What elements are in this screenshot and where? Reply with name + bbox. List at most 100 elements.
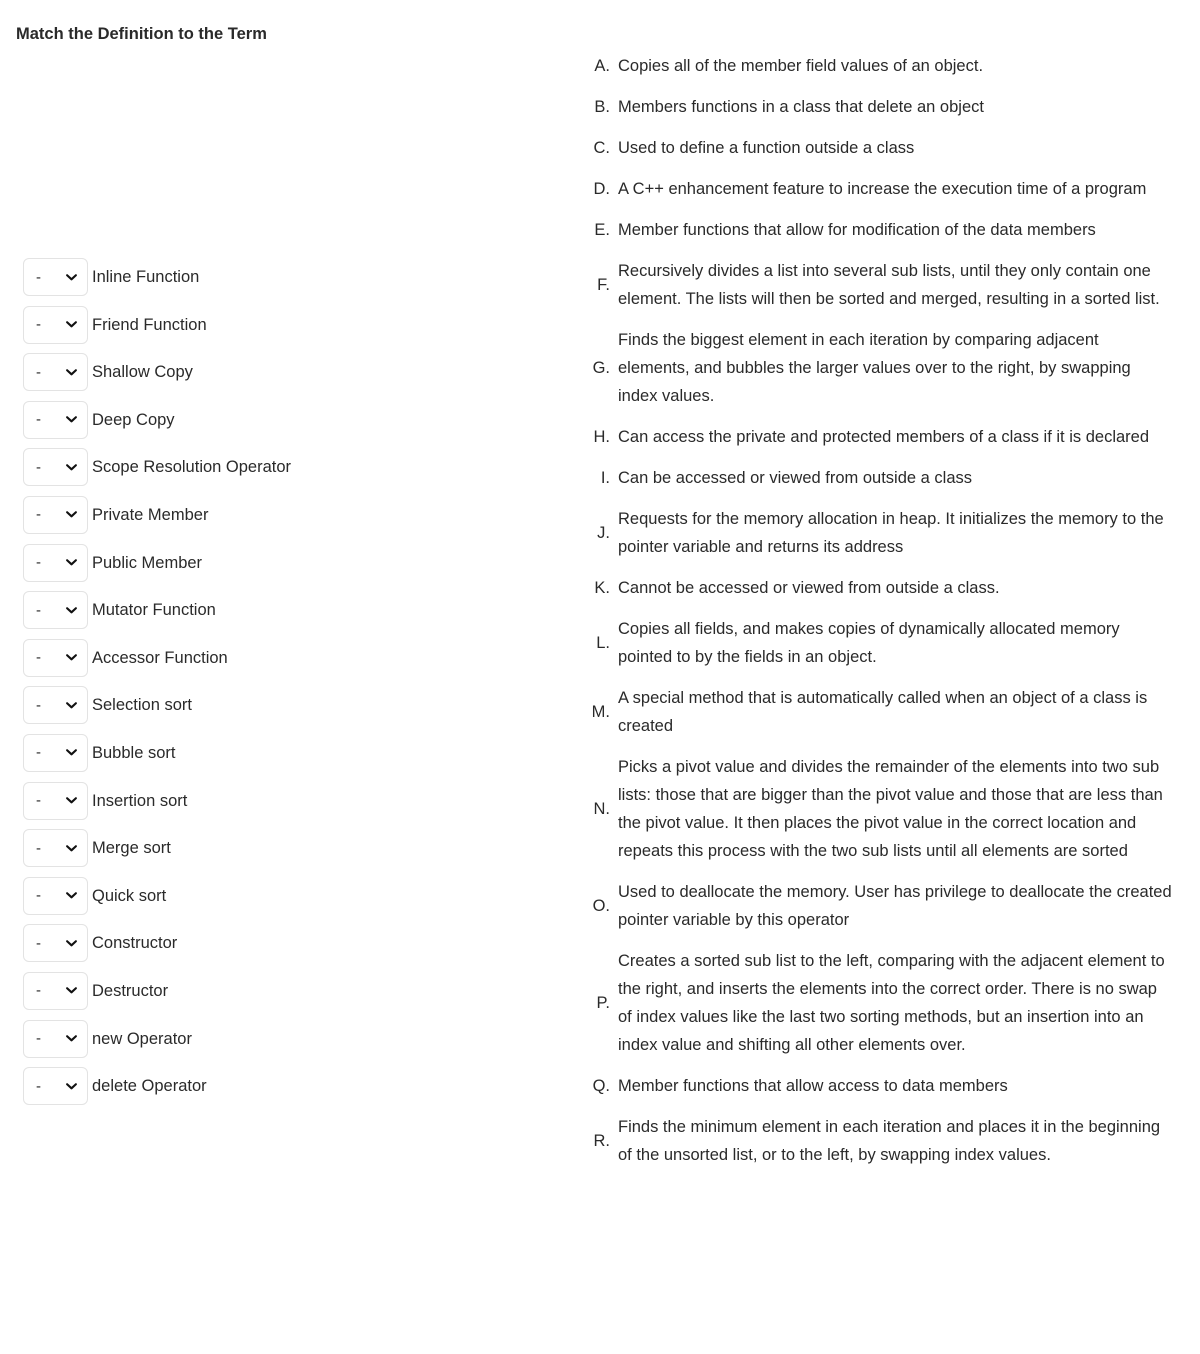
definition-letter: K. — [594, 579, 610, 597]
chevron-down-icon — [65, 651, 78, 664]
term-answer-select-1[interactable]: - — [23, 258, 88, 296]
definition-letter: I. — [600, 469, 610, 487]
select-value: - — [36, 792, 41, 810]
term-row: - new Operator — [23, 1019, 543, 1058]
definition-text: Member functions that allow for modifica… — [618, 221, 1096, 239]
chevron-down-icon — [65, 794, 78, 807]
definition-letter: E. — [594, 221, 610, 239]
term-answer-select-17[interactable]: - — [23, 1019, 88, 1058]
term-answer-select-2[interactable]: - — [23, 305, 88, 344]
term-label: Shallow Copy — [92, 363, 193, 382]
definition-text: A C++ enhancement feature to increase th… — [618, 180, 1147, 198]
term-label: Merge sort — [92, 839, 171, 858]
select-value: - — [36, 1077, 41, 1095]
definition-row: R. Finds the minimum element in each iter… — [588, 1113, 1172, 1169]
chevron-down-icon — [65, 318, 78, 331]
term-row: - Accessor Function — [23, 638, 543, 677]
definition-letter: D. — [593, 180, 611, 198]
chevron-down-icon — [65, 508, 78, 521]
term-answer-select-3[interactable]: - — [23, 353, 88, 392]
definition-letter: L. — [596, 634, 610, 652]
definition-row: E. Member functions that allow for modifi… — [588, 216, 1172, 244]
term-answer-select-4[interactable]: - — [23, 400, 88, 439]
definition-letter: G. — [592, 359, 610, 377]
chevron-down-icon — [65, 889, 78, 902]
definition-row: D. A C++ enhancement feature to increase … — [588, 175, 1172, 203]
definition-row: L. Copies all fields, and makes copies of… — [588, 615, 1172, 671]
definition-text: Finds the biggest element in each iterat… — [618, 331, 1131, 405]
term-answer-select-5[interactable]: - — [23, 448, 88, 487]
term-answer-select-13[interactable]: - — [23, 829, 88, 868]
term-answer-select-18[interactable]: - — [23, 1067, 88, 1106]
definition-row: B. Members functions in a class that dele… — [588, 93, 1172, 121]
term-answer-select-11[interactable]: - — [23, 733, 88, 772]
definition-text: A special method that is automatically c… — [618, 689, 1148, 735]
definition-row: H. Can access the private and protected m… — [588, 423, 1172, 451]
definition-text: Recursively divides a list into several … — [618, 262, 1160, 308]
definition-row: F. Recursively divides a list into severa… — [588, 257, 1172, 313]
definition-row: O. Used to deallocate the memory. User ha… — [588, 878, 1172, 934]
select-value: - — [36, 744, 41, 762]
definition-letter: P. — [596, 994, 610, 1012]
term-row: - Mutator Function — [23, 591, 543, 630]
term-row: - Private Member — [23, 495, 543, 534]
definition-text: Members functions in a class that delete… — [618, 98, 984, 116]
definition-letter: C. — [593, 139, 611, 157]
chevron-down-icon — [65, 461, 78, 474]
term-label: Public Member — [92, 553, 203, 572]
term-answer-select-15[interactable]: - — [23, 924, 88, 963]
definition-text: Picks a pivot value and divides the rema… — [618, 758, 1163, 860]
definition-letter: H. — [593, 428, 611, 446]
term-row: - Shallow Copy — [23, 353, 543, 392]
definition-row: N. Picks a pivot value and divides the re… — [588, 753, 1172, 865]
term-label: Selection sort — [92, 696, 192, 715]
term-answer-select-7[interactable]: - — [23, 543, 88, 582]
chevron-down-icon — [65, 746, 78, 759]
term-label: Mutator Function — [92, 601, 216, 620]
select-value: - — [36, 839, 41, 857]
term-label: Inline Function — [92, 268, 200, 286]
select-value: - — [36, 554, 41, 572]
definition-text: Copies all fields, and makes copies of d… — [618, 620, 1120, 666]
term-label: Friend Function — [92, 315, 207, 334]
term-answer-select-6[interactable]: - — [23, 495, 88, 534]
definition-letter: A. — [594, 57, 610, 75]
term-answer-select-16[interactable]: - — [23, 971, 88, 1010]
definitions-list: A. Copies all of the member field values … — [588, 52, 1172, 1182]
chevron-down-icon — [65, 413, 78, 426]
term-answer-select-12[interactable]: - — [23, 781, 88, 820]
definition-letter: O. — [592, 897, 610, 915]
term-answer-select-8[interactable]: - — [23, 591, 88, 630]
chevron-down-icon — [65, 842, 78, 855]
term-label: Private Member — [92, 505, 209, 524]
select-value: - — [36, 411, 41, 429]
definition-row: P. Creates a sorted sub list to the left,… — [588, 947, 1172, 1059]
term-answer-select-9[interactable]: - — [23, 638, 88, 677]
definition-text: Can be accessed or viewed from outside a… — [618, 469, 973, 487]
chevron-down-icon — [65, 699, 78, 712]
term-answer-select-10[interactable]: - — [23, 686, 88, 725]
term-row: - Scope Resolution Operator — [23, 448, 543, 487]
chevron-down-icon — [65, 1080, 78, 1093]
term-label: Accessor Function — [92, 648, 228, 667]
term-label: delete Operator — [92, 1077, 207, 1096]
term-row: - Destructor — [23, 971, 543, 1010]
term-label: Constructor — [92, 934, 178, 953]
definition-letter: R. — [593, 1132, 611, 1150]
term-answer-select-14[interactable]: - — [23, 876, 88, 915]
select-value: - — [36, 887, 41, 905]
term-label: Bubble sort — [92, 743, 176, 762]
select-value: - — [36, 458, 41, 476]
select-value: - — [36, 316, 41, 334]
definition-letter: M. — [591, 703, 610, 721]
select-value: - — [36, 1030, 41, 1047]
chevron-down-icon — [65, 984, 78, 997]
term-row: - Selection sort — [23, 686, 543, 725]
term-label: Deep Copy — [92, 410, 175, 429]
term-label: new Operator — [92, 1029, 192, 1048]
term-label: Destructor — [92, 981, 169, 1000]
definition-text: Used to deallocate the memory. User has … — [618, 883, 1172, 929]
select-value: - — [36, 934, 41, 952]
definition-row: Q. Member functions that allow access to … — [588, 1072, 1172, 1100]
definition-text: Copies all of the member field values of… — [618, 57, 984, 75]
